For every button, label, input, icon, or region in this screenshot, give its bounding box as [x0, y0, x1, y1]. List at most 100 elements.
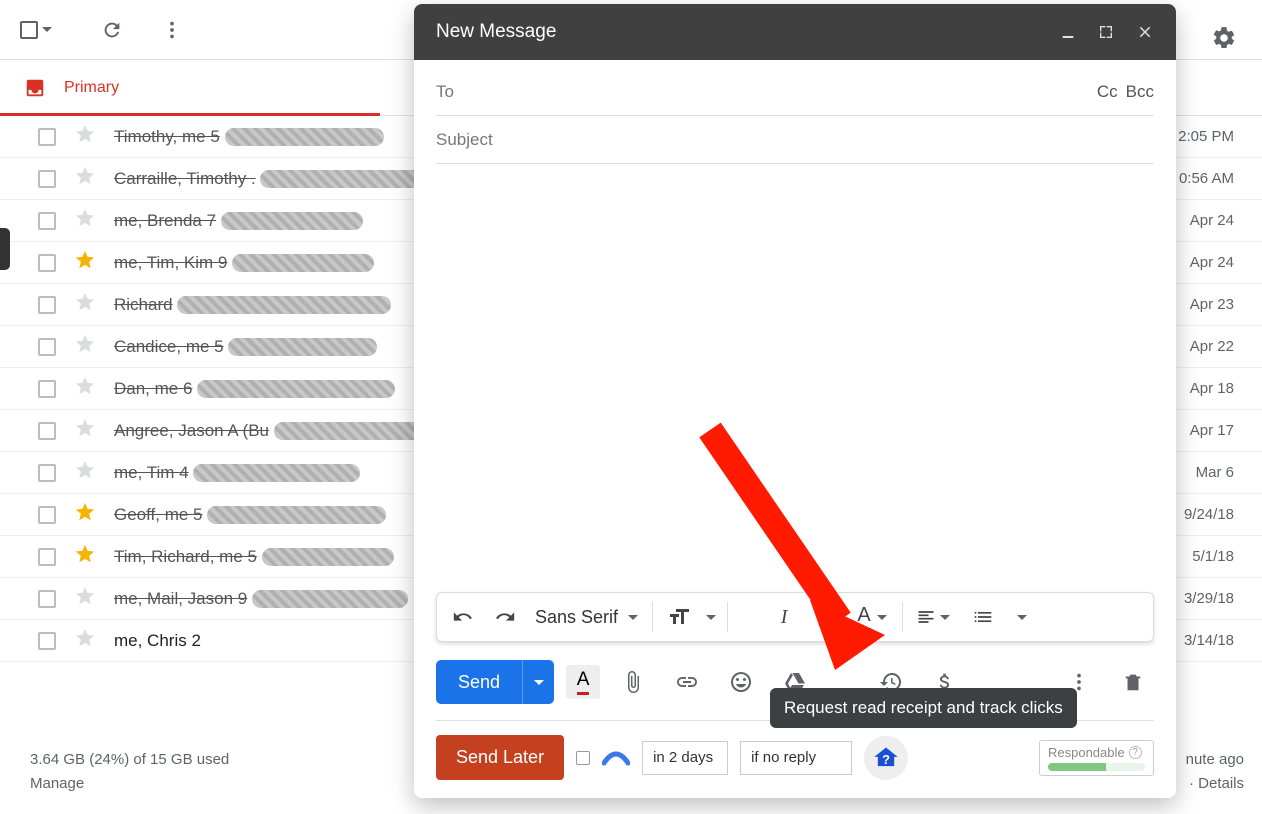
row-checkbox[interactable] — [38, 212, 56, 230]
refresh-button[interactable] — [92, 10, 132, 50]
date-text: Apr 17 — [1190, 422, 1252, 439]
star-icon[interactable] — [74, 627, 96, 654]
sender-text: me, Chris 2 — [114, 631, 201, 651]
manage-storage-link[interactable]: Manage — [30, 772, 229, 796]
date-text: Apr 23 — [1190, 296, 1252, 313]
text-format-toggle[interactable]: A — [566, 665, 600, 699]
sender-text: Candice, me 5 — [114, 337, 377, 357]
bold-hidden — [734, 597, 762, 637]
sender-text: me, Brenda 7 — [114, 211, 363, 231]
date-text: 3/29/18 — [1184, 590, 1252, 607]
close-icon[interactable] — [1136, 23, 1154, 41]
star-icon[interactable] — [74, 207, 96, 234]
send-button-group: Send — [436, 660, 554, 704]
left-edge-handle — [0, 228, 10, 270]
compose-header[interactable]: New Message — [414, 4, 1176, 60]
send-later-button[interactable]: Send Later — [436, 735, 564, 780]
star-icon[interactable] — [74, 123, 96, 150]
row-checkbox[interactable] — [38, 380, 56, 398]
star-icon[interactable] — [74, 291, 96, 318]
tab-primary[interactable]: Primary — [0, 60, 380, 115]
tab-primary-label: Primary — [64, 79, 119, 97]
tooltip-read-receipt: Request read receipt and track clicks — [770, 688, 1077, 728]
row-checkbox[interactable] — [38, 464, 56, 482]
font-size-button[interactable] — [659, 597, 699, 637]
underline-button[interactable]: U — [806, 597, 846, 637]
sender-text: Tim, Richard, me 5 — [114, 547, 394, 567]
insert-link-button[interactable] — [666, 661, 708, 703]
select-all-checkbox[interactable] — [20, 21, 38, 39]
to-field-row[interactable]: To Cc Bcc — [436, 68, 1154, 116]
sender-text: Carraille, Timothy . — [114, 169, 430, 189]
row-checkbox[interactable] — [38, 254, 56, 272]
date-text: 3/14/18 — [1184, 632, 1252, 649]
font-family-dropdown[interactable]: Sans Serif — [527, 607, 646, 628]
settings-button[interactable] — [1204, 18, 1244, 58]
undo-button[interactable] — [443, 597, 483, 637]
cc-toggle[interactable]: Cc — [1097, 82, 1118, 102]
align-button[interactable] — [909, 597, 957, 637]
sender-text: Richard — [114, 295, 391, 315]
boomerang-icon — [602, 749, 630, 767]
star-icon[interactable] — [74, 543, 96, 570]
row-checkbox[interactable] — [38, 506, 56, 524]
row-checkbox[interactable] — [38, 548, 56, 566]
date-text: 9/24/18 — [1184, 506, 1252, 523]
sender-text: me, Tim, Kim 9 — [114, 253, 374, 273]
send-options-dropdown[interactable] — [522, 660, 554, 704]
row-checkbox[interactable] — [38, 296, 56, 314]
subject-label: Subject — [436, 130, 1154, 150]
star-icon[interactable] — [74, 333, 96, 360]
sender-text: me, Tim 4 — [114, 463, 360, 483]
compose-title: New Message — [436, 21, 1060, 43]
sender-text: me, Mail, Jason 9 — [114, 589, 408, 609]
row-checkbox[interactable] — [38, 422, 56, 440]
send-button[interactable]: Send — [436, 660, 522, 704]
insert-emoji-button[interactable] — [720, 661, 762, 703]
redo-button[interactable] — [485, 597, 525, 637]
date-text: Apr 24 — [1190, 212, 1252, 229]
attach-file-button[interactable] — [612, 661, 654, 703]
respondable-label: Respondable — [1048, 745, 1125, 760]
minimize-icon[interactable] — [1060, 24, 1076, 40]
bcc-toggle[interactable]: Bcc — [1126, 82, 1154, 102]
compose-body[interactable] — [414, 164, 1176, 592]
divider — [902, 602, 903, 632]
star-icon[interactable] — [74, 585, 96, 612]
divider — [652, 602, 653, 632]
inbox-pause-icon[interactable]: ? — [864, 736, 908, 780]
chevron-down-icon[interactable] — [42, 27, 52, 32]
select-all-control[interactable] — [20, 21, 52, 39]
star-icon[interactable] — [74, 165, 96, 192]
row-checkbox[interactable] — [38, 128, 56, 146]
date-text: Apr 22 — [1190, 338, 1252, 355]
star-icon[interactable] — [74, 459, 96, 486]
more-actions-button[interactable] — [152, 10, 192, 50]
subject-field-row[interactable]: Subject — [436, 116, 1154, 164]
font-family-label: Sans Serif — [535, 607, 618, 628]
details-link[interactable]: · Details — [1186, 772, 1244, 796]
date-text: Apr 24 — [1190, 254, 1252, 271]
expand-icon[interactable] — [1098, 24, 1114, 40]
row-checkbox[interactable] — [38, 338, 56, 356]
activity-text: nute ago — [1186, 748, 1244, 772]
star-icon[interactable] — [74, 501, 96, 528]
star-icon[interactable] — [74, 249, 96, 276]
send-later-time-input[interactable] — [642, 741, 728, 775]
discard-draft-button[interactable] — [1112, 661, 1154, 703]
font-size-dropdown[interactable] — [701, 597, 721, 637]
send-later-checkbox[interactable] — [576, 751, 590, 765]
svg-text:?: ? — [882, 751, 890, 766]
italic-button[interactable]: I — [764, 597, 804, 637]
date-text: 0:56 AM — [1179, 170, 1252, 187]
send-later-condition-input[interactable] — [740, 741, 852, 775]
row-checkbox[interactable] — [38, 632, 56, 650]
star-icon[interactable] — [74, 417, 96, 444]
text-color-button[interactable]: A — [848, 597, 896, 637]
star-icon[interactable] — [74, 375, 96, 402]
row-checkbox[interactable] — [38, 590, 56, 608]
more-format-dropdown[interactable] — [1009, 597, 1035, 637]
respondable-widget[interactable]: Respondable? — [1039, 740, 1154, 776]
row-checkbox[interactable] — [38, 170, 56, 188]
list-button[interactable] — [959, 597, 1007, 637]
